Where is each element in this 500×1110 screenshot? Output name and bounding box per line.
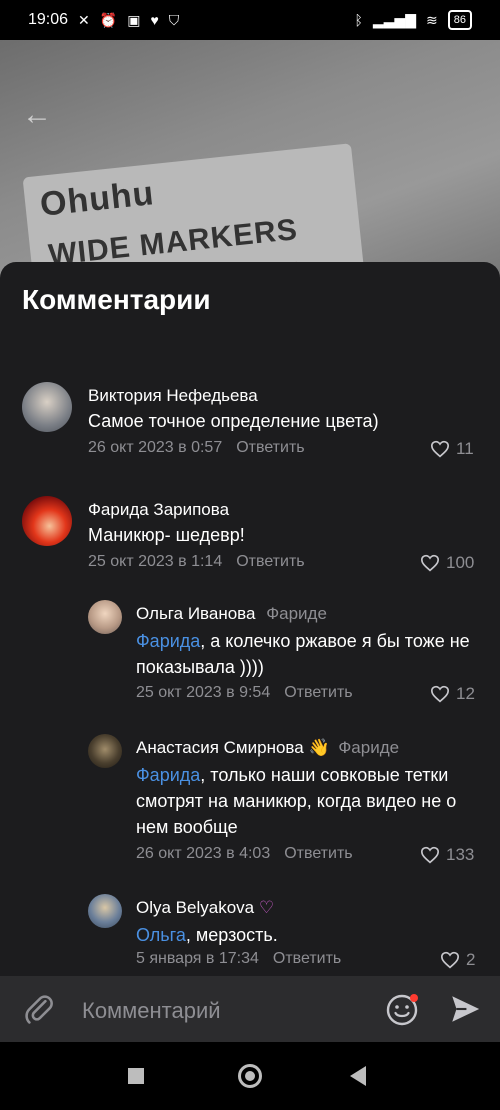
reply-to-label[interactable]: Фариде: [266, 604, 327, 623]
status-bar-right: ᛒ ▂▃▅▇ ≋ 86: [355, 10, 472, 30]
heart-icon: [430, 440, 450, 458]
author-name[interactable]: Olya Belyakova: [136, 898, 254, 917]
heart-icon: [440, 951, 460, 969]
like-count: 12: [456, 684, 475, 703]
nfc-icon: ▣: [127, 11, 141, 28]
comment-author[interactable]: Фарида Зарипова: [88, 500, 229, 520]
author-name[interactable]: Ольга Иванова: [136, 604, 255, 623]
avatar[interactable]: [88, 894, 122, 928]
avatar[interactable]: [88, 600, 122, 634]
avatar[interactable]: [22, 496, 72, 546]
reply-button[interactable]: Ответить: [284, 845, 352, 862]
comment-date: 26 окт 2023 в 4:03: [136, 845, 271, 862]
wave-emoji-icon: 👋: [308, 738, 330, 757]
comment-input-bar: [0, 976, 500, 1042]
send-icon[interactable]: [448, 992, 482, 1026]
comment-text: Маникюр- шедевр!: [88, 525, 245, 545]
sheet-title: Комментарии: [22, 284, 211, 315]
comment-meta: 26 окт 2023 в 4:03 Ответить: [136, 845, 353, 863]
comment-author: Анастасия Смирнова 👋 Фариде: [136, 738, 399, 758]
comment-text: Фарида, только наши совковые тетки смотр…: [136, 762, 476, 840]
reply-button[interactable]: Ответить: [236, 439, 304, 456]
comment-meta: 25 окт 2023 в 9:54 Ответить: [136, 684, 353, 702]
avatar[interactable]: [88, 734, 122, 768]
comment-date: 25 окт 2023 в 9:54: [136, 684, 271, 701]
system-nav-bar: [0, 1042, 500, 1110]
like-button[interactable]: 11: [430, 439, 474, 459]
comment-author[interactable]: Виктория Нефедьева: [88, 386, 258, 406]
status-bar-left: 19:06 ✕ ⏰ ▣ ♥ ⛉: [28, 11, 179, 29]
comment-meta: 5 января в 17:34 Ответить: [136, 950, 341, 968]
comment-author: Olya Belyakova ♡: [136, 898, 274, 918]
comment-date: 5 января в 17:34: [136, 950, 259, 967]
comment-input[interactable]: [80, 994, 374, 1028]
avatar[interactable]: [22, 382, 72, 432]
like-button[interactable]: 100: [420, 553, 474, 573]
attachment-icon[interactable]: [22, 992, 56, 1026]
comment-text: Самое точное определение цвета): [88, 411, 379, 431]
signal-icon: ▂▃▅▇: [372, 11, 417, 28]
like-count: 2: [466, 950, 476, 969]
comment-text: Фарида, а колечко ржавое я бы тоже не по…: [136, 628, 476, 680]
like-count: 100: [446, 553, 475, 572]
reply-to-label[interactable]: Фариде: [338, 738, 399, 757]
heart-icon: [420, 846, 440, 864]
heart-icon: [430, 685, 450, 703]
wifi-icon: ≋: [426, 11, 438, 28]
mention-link[interactable]: Фарида: [136, 631, 200, 651]
reply-button[interactable]: Ответить: [273, 950, 341, 967]
comment-text: Ольга, мерзость.: [136, 922, 476, 948]
comment-author: Ольга Иванова Фариде: [136, 604, 327, 624]
heart-emoji-icon: ♡: [258, 898, 275, 917]
alarm-icon: ⏰: [99, 11, 118, 28]
like-count: 133: [446, 845, 475, 864]
comment-date: 26 окт 2023 в 0:57: [88, 439, 223, 456]
reply-button[interactable]: Ответить: [284, 684, 352, 701]
comment-date: 25 окт 2023 в 1:14: [88, 553, 223, 570]
mute-icon: ✕: [78, 11, 90, 28]
emoji-icon[interactable]: [384, 992, 420, 1028]
status-time: 19:06: [28, 11, 69, 28]
shield-icon: ⛉: [168, 11, 180, 28]
video-preview-background: Ohuhu WIDE MARKERS ←: [0, 40, 500, 280]
mention-link[interactable]: Фарида: [136, 765, 200, 785]
like-button[interactable]: 133: [420, 845, 474, 865]
recents-icon[interactable]: [128, 1068, 144, 1084]
back-arrow-icon[interactable]: ←: [22, 98, 52, 132]
author-name[interactable]: Анастасия Смирнова: [136, 738, 304, 757]
mention-link[interactable]: Ольга: [136, 925, 186, 945]
like-count: 11: [456, 439, 474, 458]
battery-indicator: 86: [447, 10, 472, 30]
status-bar: 19:06 ✕ ⏰ ▣ ♥ ⛉ ᛒ ▂▃▅▇ ≋ 86: [0, 0, 500, 40]
notification-icon: ♥: [150, 12, 159, 28]
like-button[interactable]: 12: [430, 684, 475, 704]
comment-meta: 25 окт 2023 в 1:14 Ответить: [88, 553, 305, 571]
comment-meta: 26 окт 2023 в 0:57 Ответить: [88, 439, 305, 457]
home-icon[interactable]: [238, 1064, 262, 1088]
back-icon[interactable]: [350, 1066, 366, 1086]
comments-sheet: Комментарии Виктория Нефедьева Самое точ…: [0, 262, 500, 1042]
heart-icon: [420, 554, 440, 572]
comment-body: , мерзость.: [185, 925, 278, 945]
like-button[interactable]: 2: [440, 950, 475, 970]
bluetooth-icon: ᛒ: [354, 12, 363, 28]
reply-button[interactable]: Ответить: [236, 553, 304, 570]
